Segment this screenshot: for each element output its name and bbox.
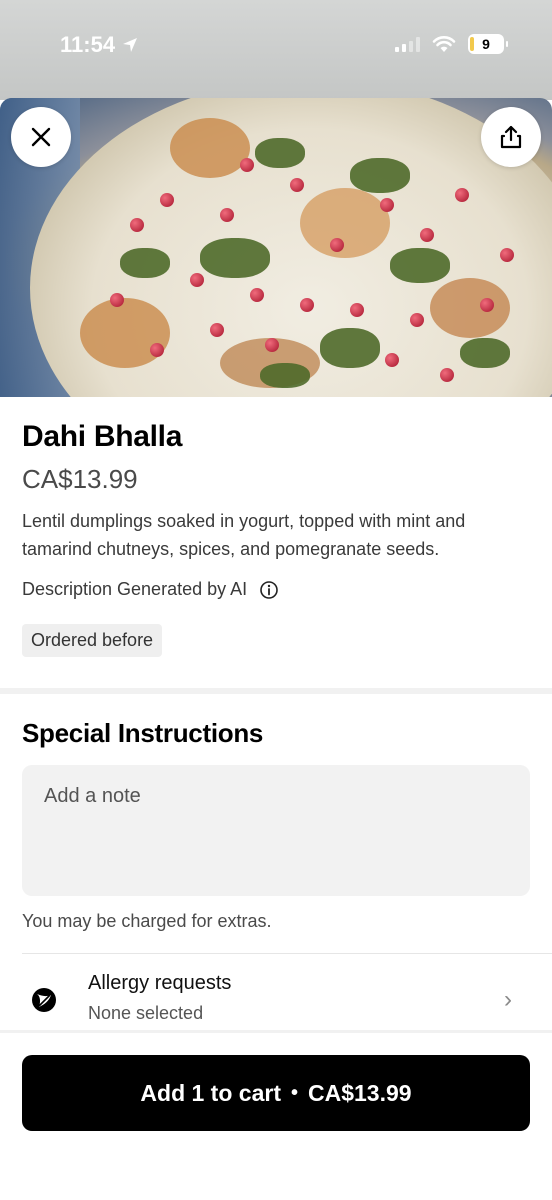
chevron-right-icon: ›	[504, 986, 512, 1013]
share-button[interactable]	[481, 107, 541, 167]
item-price: CA$13.99	[22, 464, 138, 494]
allergy-requests-row[interactable]: Allergy requests None selected ›	[0, 960, 552, 1032]
cart-button-label: Add 1 to cart	[140, 1079, 281, 1106]
battery-level: 9	[482, 36, 490, 52]
item-title: Dahi Bhalla	[22, 420, 183, 453]
location-arrow-icon	[123, 38, 138, 52]
ai-note-text: Description Generated by AI	[22, 579, 248, 599]
allergy-icon	[32, 988, 56, 1012]
status-bar: 11:54 9	[0, 0, 552, 100]
allergy-title: Allergy requests	[88, 972, 232, 994]
close-button[interactable]	[11, 107, 71, 167]
cellular-signal-icon	[395, 36, 420, 52]
status-indicators: 9	[395, 34, 508, 54]
note-input[interactable]: Add a note	[22, 765, 530, 896]
special-instructions-title: Special Instructions	[22, 718, 264, 748]
section-divider	[0, 688, 552, 694]
info-icon[interactable]	[259, 580, 279, 600]
dish-image	[0, 98, 552, 397]
cart-button-price: CA$13.99	[308, 1079, 412, 1106]
extras-charge-note: You may be charged for extras.	[22, 911, 272, 931]
battery-icon: 9	[468, 34, 508, 54]
note-placeholder: Add a note	[44, 785, 141, 807]
item-description: Lentil dumplings soaked in yogurt, toppe…	[22, 511, 466, 559]
allergy-subtitle: None selected	[88, 1003, 204, 1023]
close-icon	[31, 127, 51, 147]
divider	[0, 1030, 552, 1033]
divider	[22, 953, 552, 954]
ai-description-note: Description Generated by AI	[22, 579, 532, 600]
wifi-icon	[432, 36, 456, 52]
cart-button-separator: •	[290, 1081, 298, 1104]
add-to-cart-button[interactable]: Add 1 to cart • CA$13.99	[22, 1055, 530, 1131]
status-time: 11:54	[60, 32, 139, 58]
item-details: Dahi Bhalla CA$13.99 Lentil dumplings so…	[22, 420, 532, 657]
share-icon	[500, 125, 522, 149]
time-text: 11:54	[60, 32, 116, 57]
ordered-before-badge: Ordered before	[22, 624, 163, 657]
